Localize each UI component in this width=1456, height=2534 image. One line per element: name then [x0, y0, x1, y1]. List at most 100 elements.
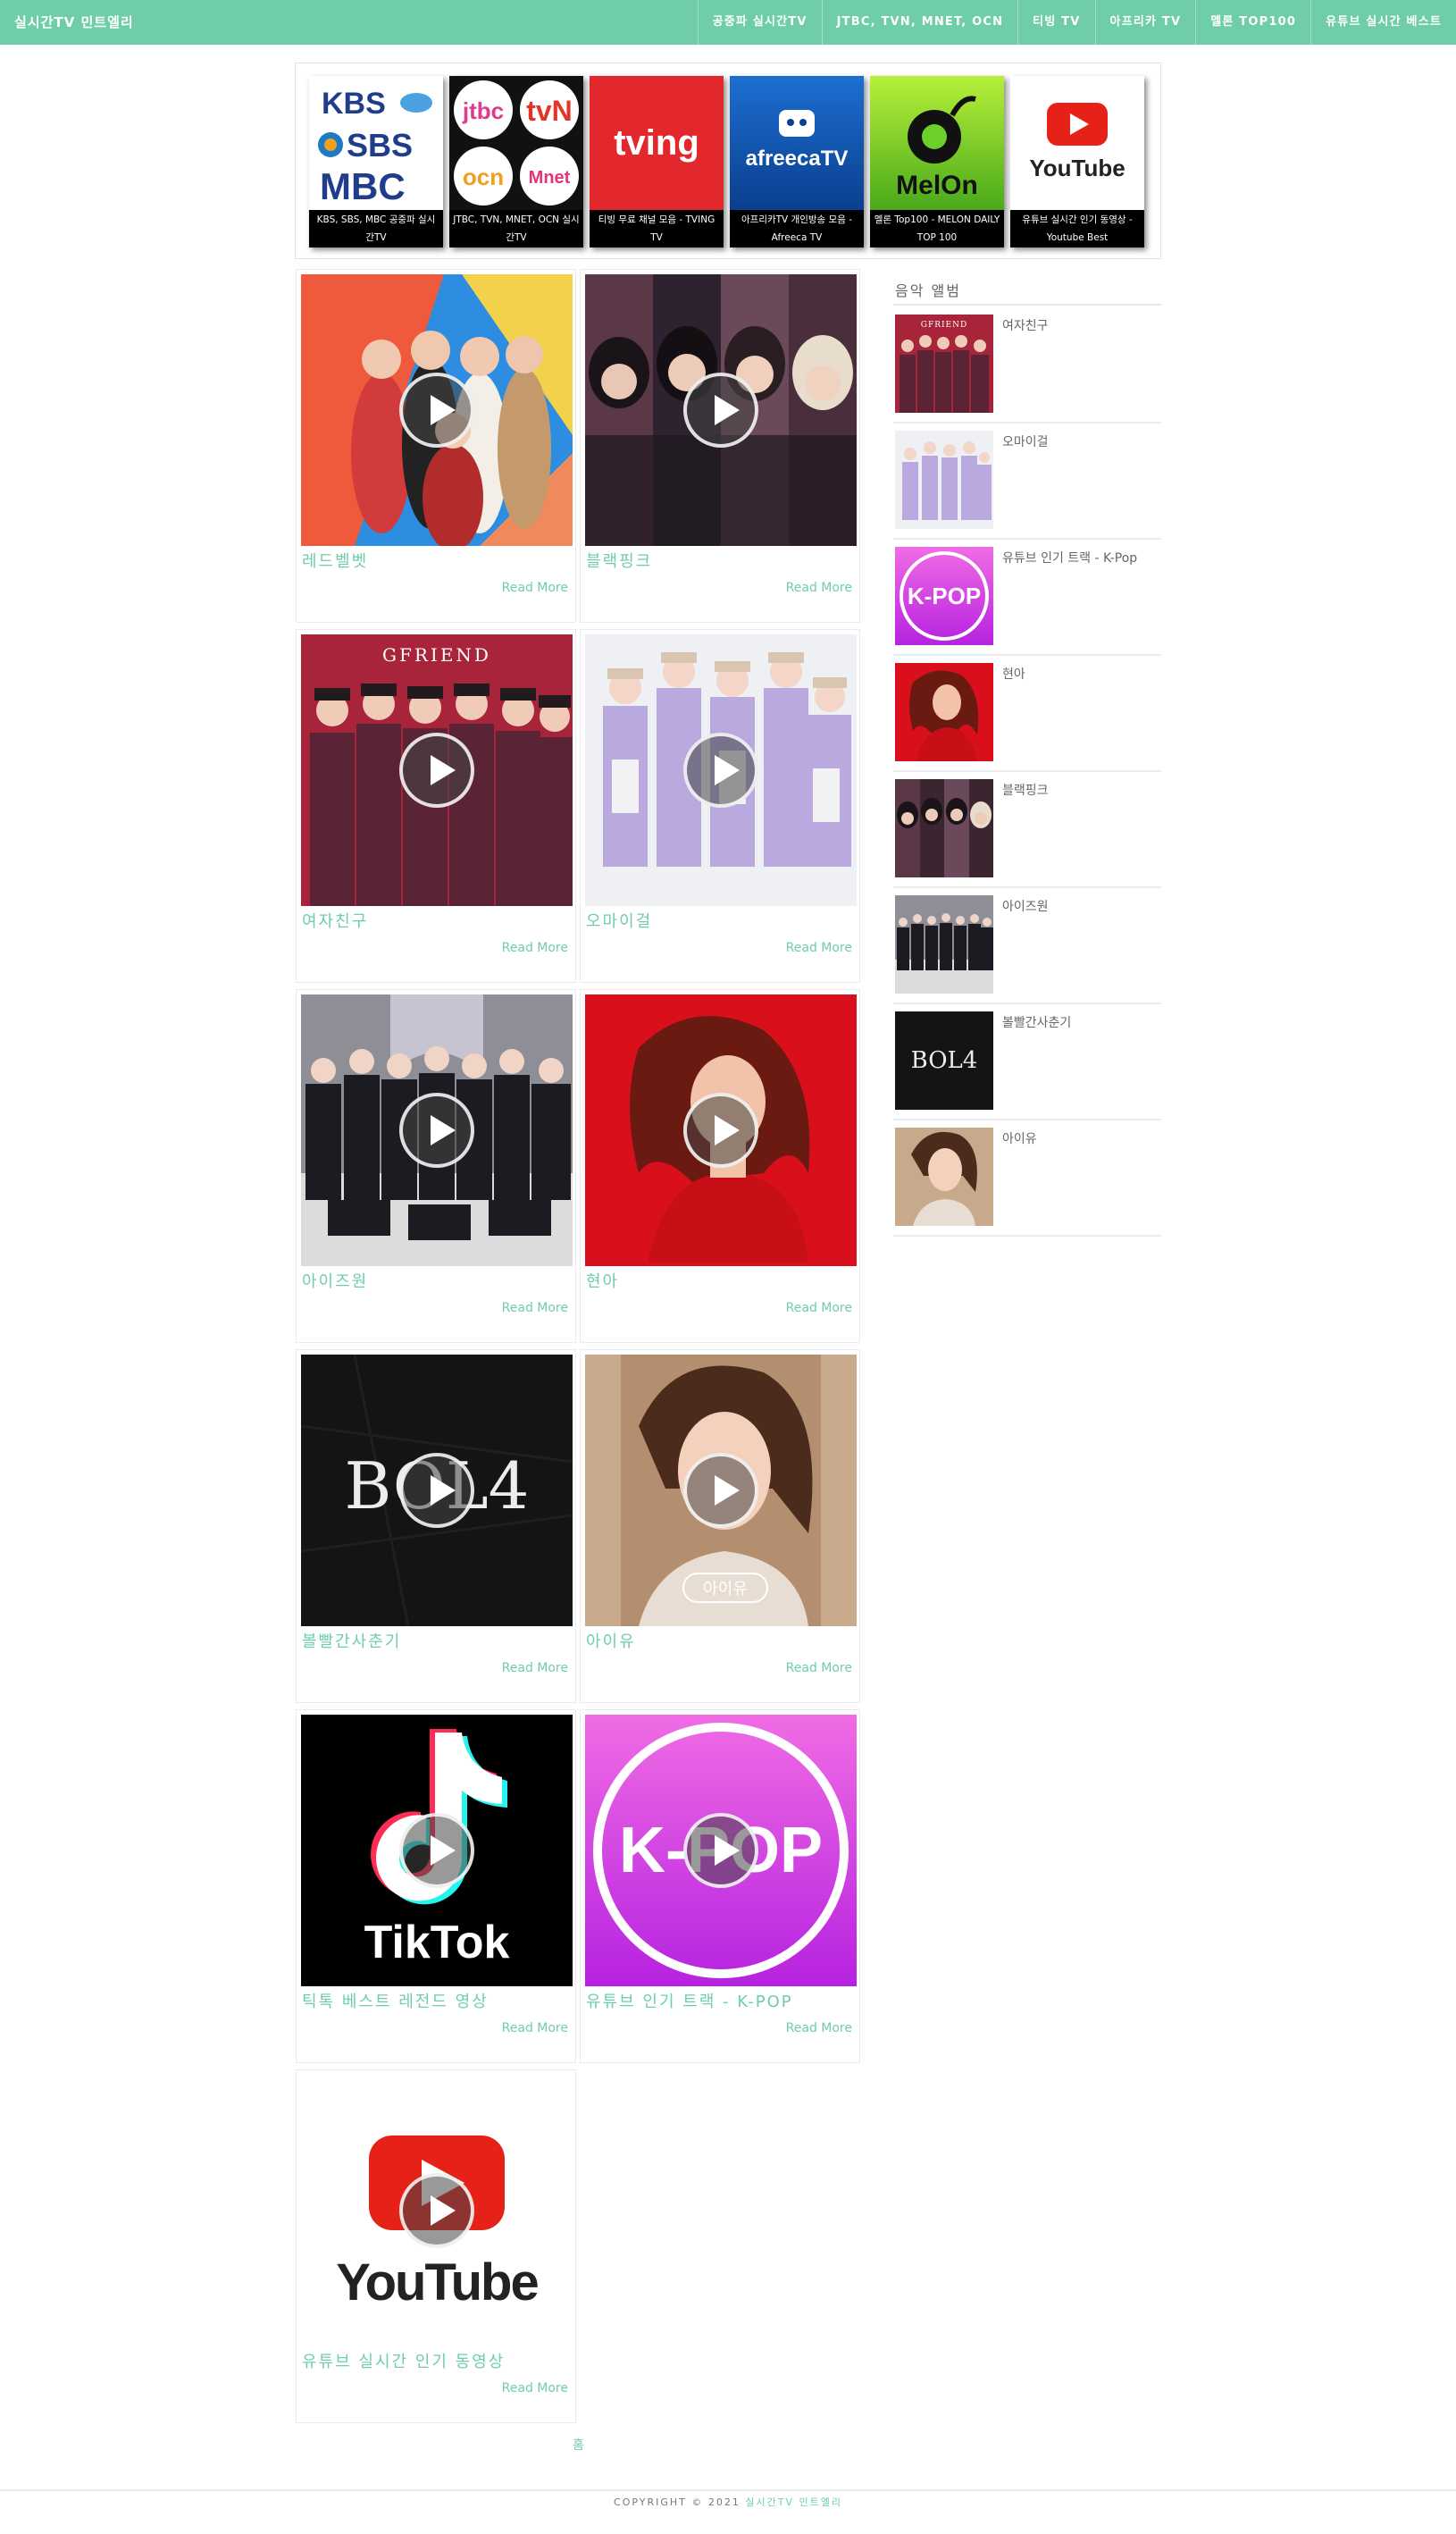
sidebar-item: 블랙핑크 [893, 772, 1161, 888]
play-icon[interactable] [399, 1453, 474, 1528]
sidebar-item-title[interactable]: 오마이걸 [1002, 432, 1049, 450]
channel-card-tving[interactable]: tving 티빙 무료 채널 모음 - TVING TV [590, 76, 724, 248]
post-thumbnail[interactable] [585, 274, 857, 546]
post-title[interactable]: 유튜브 실시간 인기 동영상 [302, 2349, 505, 2372]
post-card: 아이유 아이유 Read More [580, 1349, 860, 1703]
post-title[interactable]: 유튜브 인기 트랙 - K-POP [586, 1989, 793, 2012]
nav-item-cable[interactable]: JTBC, TVN, MNET, OCN [821, 0, 1018, 45]
thumb-text: YouTube [336, 2253, 538, 2312]
read-more-link[interactable]: Read More [502, 581, 568, 595]
sidebar-item-title[interactable]: 유튜브 인기 트랙 - K-Pop [1002, 549, 1137, 566]
post-title[interactable]: 현아 [586, 1269, 619, 1292]
sidebar-item: 아이즈원 [893, 888, 1161, 1004]
pagination-home[interactable]: 홈 [573, 2436, 584, 2454]
channel-card-afreeca[interactable]: afreecaTV 아프리카TV 개인방송 모음 - Afreeca TV [730, 76, 864, 248]
post-title[interactable]: 레드벨벳 [302, 549, 368, 572]
sidebar-item-title[interactable]: 블랙핑크 [1002, 781, 1049, 799]
post-thumbnail[interactable] [301, 274, 573, 546]
svg-text:tvN: tvN [526, 95, 573, 127]
play-icon[interactable] [683, 1093, 758, 1168]
read-more-link[interactable]: Read More [502, 2381, 568, 2396]
sidebar-thumbnail[interactable] [895, 431, 993, 529]
post-title[interactable]: 틱톡 베스트 레전드 영상 [302, 1989, 489, 2012]
nav-item-youtube[interactable]: 유튜브 실시간 베스트 [1310, 0, 1456, 45]
footer-site-link[interactable]: 실시간TV 민트엘리 [745, 2496, 842, 2508]
post-thumbnail[interactable]: TikTok [301, 1715, 573, 1986]
sidebar-thumbnail[interactable] [895, 779, 993, 877]
post-title[interactable]: 아이유 [586, 1629, 636, 1652]
read-more-link[interactable]: Read More [502, 1301, 568, 1315]
channel-card-broadcast[interactable]: KBS SBS MBC KBS, SBS, MBC 공중파 실시간TV [309, 76, 443, 248]
post-thumbnail[interactable] [585, 634, 857, 906]
post-thumbnail[interactable]: GFRIEND [301, 634, 573, 906]
sidebar-item-title[interactable]: 볼빨간사춘기 [1002, 1013, 1071, 1031]
sidebar-thumbnail[interactable]: K-POP [895, 547, 993, 645]
nav-item-broadcast[interactable]: 공중파 실시간TV [697, 0, 822, 45]
play-icon[interactable] [399, 1813, 474, 1888]
sidebar-thumbnail[interactable] [895, 1128, 993, 1226]
kbs-sbs-mbc-logo: KBS SBS MBC [309, 76, 443, 210]
post-title[interactable]: 볼빨간사춘기 [302, 1629, 401, 1652]
post-thumbnail[interactable]: BOL4 [301, 1355, 573, 1626]
sidebar-item-title[interactable]: 현아 [1002, 665, 1025, 683]
post-thumbnail[interactable]: YouTube [301, 2075, 573, 2346]
post-thumbnail[interactable]: K-POP [585, 1715, 857, 1986]
sidebar-item: 아이유 [893, 1120, 1161, 1237]
read-more-link[interactable]: Read More [786, 1301, 852, 1315]
post-thumbnail[interactable]: 아이유 [585, 1355, 857, 1626]
post-title[interactable]: 아이즈원 [302, 1269, 368, 1292]
sidebar-item: 오마이걸 [893, 424, 1161, 540]
channel-card-melon[interactable]: MelOn 멜론 Top100 - MELON DAILY TOP 100 [870, 76, 1004, 248]
divider [0, 2489, 1456, 2491]
channel-card-cable[interactable]: jtbc tvN ocn Mnet JTBC, TVN, MNET, OCN 실… [449, 76, 583, 248]
sidebar-item: BOL4 볼빨간사춘기 [893, 1004, 1161, 1120]
svg-text:SBS: SBS [347, 127, 413, 164]
sidebar-thumbnail[interactable] [895, 895, 993, 994]
play-icon[interactable] [399, 1093, 474, 1168]
read-more-link[interactable]: Read More [786, 2021, 852, 2035]
read-more-link[interactable]: Read More [502, 941, 568, 955]
tving-logo: tving [590, 76, 724, 210]
svg-text:YouTube: YouTube [1029, 155, 1125, 181]
post-title[interactable]: 여자친구 [302, 909, 368, 932]
post-thumbnail[interactable] [585, 994, 857, 1266]
post-title[interactable]: 오마이걸 [586, 909, 652, 932]
post-thumbnail[interactable] [301, 994, 573, 1266]
read-more-link[interactable]: Read More [786, 941, 852, 955]
sidebar-thumbnail[interactable] [895, 663, 993, 761]
play-icon[interactable] [399, 373, 474, 448]
sidebar-item-title[interactable]: 아이즈원 [1002, 897, 1049, 915]
sidebar-item-title[interactable]: 아이유 [1002, 1129, 1037, 1147]
channel-card-youtube[interactable]: YouTube 유튜브 실시간 인기 동영상 - Youtube Best [1010, 76, 1144, 248]
read-more-link[interactable]: Read More [786, 1661, 852, 1675]
svg-text:KBS: KBS [322, 87, 386, 121]
post-card: YouTube 유튜브 실시간 인기 동영상 Read More [296, 2069, 576, 2423]
svg-text:jtbc: jtbc [462, 97, 504, 124]
svg-text:ocn: ocn [463, 164, 504, 190]
site-brand[interactable]: 실시간TV 민트엘리 [14, 0, 134, 45]
sidebar-thumbnail[interactable]: GFRIEND [895, 315, 993, 413]
play-icon[interactable] [683, 1453, 758, 1528]
read-more-link[interactable]: Read More [502, 1661, 568, 1675]
jtbc-tvn-ocn-mnet-logo: jtbc tvN ocn Mnet [449, 76, 583, 210]
channel-strip: KBS SBS MBC KBS, SBS, MBC 공중파 실시간TV jtbc… [295, 63, 1161, 259]
play-icon[interactable] [399, 733, 474, 808]
svg-text:MelOn: MelOn [896, 171, 978, 200]
thumb-text: GFRIEND [382, 644, 491, 666]
sidebar-item-title[interactable]: 여자친구 [1002, 316, 1049, 334]
thumb-text: K-POP [908, 583, 981, 609]
post-title[interactable]: 블랙핑크 [586, 549, 652, 572]
play-icon[interactable] [683, 1813, 758, 1888]
nav-item-afreeca[interactable]: 아프리카 TV [1094, 0, 1196, 45]
thumb-text: GFRIEND [921, 321, 967, 330]
play-icon[interactable] [683, 733, 758, 808]
play-icon[interactable] [683, 373, 758, 448]
nav-item-melon[interactable]: 멜론 TOP100 [1195, 0, 1310, 45]
sidebar-thumbnail[interactable]: BOL4 [895, 1011, 993, 1110]
read-more-link[interactable]: Read More [786, 581, 852, 595]
sidebar-item: GFRIEND 여자친구 [893, 307, 1161, 424]
channel-caption: 티빙 무료 채널 모음 - TVING TV [590, 210, 724, 248]
play-icon[interactable] [399, 2173, 474, 2248]
read-more-link[interactable]: Read More [502, 2021, 568, 2035]
nav-item-tving[interactable]: 티빙 TV [1017, 0, 1094, 45]
